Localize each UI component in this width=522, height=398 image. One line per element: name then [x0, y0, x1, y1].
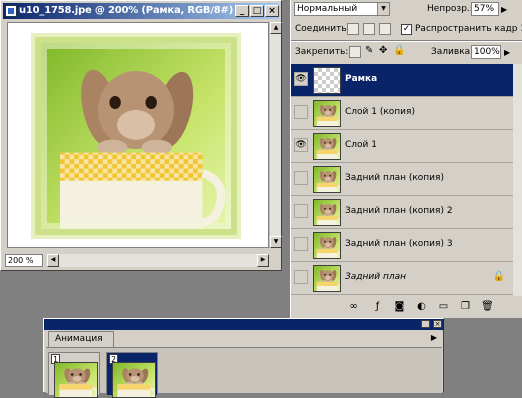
visibility-toggle[interactable]	[294, 237, 308, 251]
layers-list: 👁 Рамка Слой 1 (копия) 👁 Слой 1 Задний п…	[291, 64, 513, 296]
tab-animation[interactable]: Анимация	[48, 331, 114, 347]
layer-name: Задний план (копия)	[345, 173, 444, 183]
visibility-toggle[interactable]	[294, 105, 308, 119]
layers-scrollbar[interactable]	[513, 64, 522, 296]
lock-move-icon[interactable]: ✥	[379, 45, 387, 56]
fill-input[interactable]: 100%	[471, 45, 501, 59]
lock-icon: 🔒	[492, 271, 505, 282]
eye-icon[interactable]: 👁	[294, 72, 308, 86]
lock-transparency-icon[interactable]	[349, 46, 361, 58]
unify-visibility-icon[interactable]	[363, 23, 375, 35]
fill-slider-arrow-icon[interactable]: ▶	[504, 48, 510, 57]
animation-frame[interactable]: 1	[48, 352, 100, 398]
vertical-scrollbar[interactable]: ▲ ▼	[269, 22, 282, 248]
eye-icon[interactable]: 👁	[294, 138, 308, 152]
trash-icon[interactable]: 🗑	[481, 300, 494, 313]
lock-label: Закрепить:	[295, 47, 349, 57]
layer-thumbnail	[313, 166, 341, 193]
layer-row[interactable]: Задний план 🔒	[291, 262, 513, 295]
layer-thumbnail	[313, 133, 341, 160]
document-app-icon	[5, 5, 17, 17]
visibility-toggle[interactable]	[294, 204, 308, 218]
layer-mask-icon[interactable]: ◙	[393, 300, 406, 313]
scroll-up-icon[interactable]: ▲	[270, 22, 282, 34]
layer-name: Задний план	[345, 272, 406, 282]
layer-name: Рамка	[345, 74, 378, 84]
lock-row: Закрепить: ✎ ✥ 🔒 Заливка: 100% ▶	[291, 44, 522, 64]
fill-label: Заливка:	[431, 47, 474, 57]
new-layer-icon[interactable]: ❐	[459, 300, 472, 313]
palette-menu-icon[interactable]: ▶	[431, 333, 437, 342]
layer-style-icon[interactable]: ƒ	[371, 300, 384, 313]
minimize-button[interactable]: _	[235, 5, 249, 17]
close-button[interactable]: ×	[265, 5, 279, 17]
layer-thumbnail	[313, 265, 341, 292]
layer-name: Задний план (копия) 2	[345, 206, 453, 216]
animation-title-bar[interactable]: ×	[44, 319, 444, 330]
scroll-down-icon[interactable]: ▼	[270, 236, 282, 248]
frame-thumbnail	[54, 362, 98, 398]
blend-mode-select[interactable]: Нормальный ▼	[294, 2, 390, 16]
scroll-right-icon[interactable]: ▶	[257, 254, 269, 267]
layer-thumbnail	[313, 232, 341, 259]
layer-row[interactable]: 👁 Слой 1	[291, 130, 513, 163]
chevron-down-icon[interactable]: ▼	[377, 3, 389, 15]
unify-label: Соединить:	[295, 24, 350, 34]
scroll-left-icon[interactable]: ◀	[47, 254, 59, 267]
layer-thumbnail	[313, 67, 341, 94]
visibility-toggle[interactable]	[294, 270, 308, 284]
animation-palette: × Анимация ▶ 1 2	[43, 318, 444, 398]
lock-all-icon[interactable]: 🔒	[393, 45, 405, 56]
adjustment-layer-icon[interactable]: ◐	[415, 300, 428, 313]
layer-thumbnail	[313, 199, 341, 226]
layer-row[interactable]: Задний план (копия) 3	[291, 229, 513, 262]
layer-row[interactable]: Задний план (копия) 2	[291, 196, 513, 229]
blend-row: Нормальный ▼ Непрозр.: 57% ▶	[291, 2, 522, 22]
layer-row[interactable]: 👁 Рамка	[291, 64, 513, 97]
zoom-field[interactable]: 200 %	[5, 254, 43, 267]
animation-frame[interactable]: 2	[106, 352, 158, 398]
minimize-icon[interactable]	[421, 320, 430, 328]
unify-style-icon[interactable]	[379, 23, 391, 35]
canvas[interactable]	[7, 22, 269, 248]
unify-position-icon[interactable]	[347, 23, 359, 35]
layer-row[interactable]: Слой 1 (копия)	[291, 97, 513, 130]
opacity-label: Непрозр.:	[427, 4, 473, 14]
document-window: u10_1758.jpe @ 200% (Рамка, RGB/8#) _ □ …	[0, 0, 282, 271]
frame-thumbnail	[112, 362, 156, 398]
layers-footer: ∞ ƒ ◙ ◐ ▭ ❐ 🗑	[291, 298, 522, 316]
frame-inner-border	[41, 43, 231, 229]
document-title: u10_1758.jpe @ 200% (Рамка, RGB/8#)	[19, 5, 234, 16]
layer-row[interactable]: Задний план (копия)	[291, 163, 513, 196]
layer-thumbnail	[313, 100, 341, 127]
lock-brush-icon[interactable]: ✎	[365, 45, 373, 56]
maximize-button[interactable]: □	[250, 5, 264, 17]
status-bar: 200 % ◀ ▶	[3, 252, 281, 269]
horizontal-scrollbar[interactable]: ◀ ▶	[47, 254, 269, 267]
divider	[291, 40, 522, 42]
layers-palette: Нормальный ▼ Непрозр.: 57% ▶ Соединить: …	[290, 0, 522, 318]
visibility-toggle[interactable]	[294, 171, 308, 185]
opacity-slider-arrow-icon[interactable]: ▶	[501, 5, 507, 14]
propagate-checkbox[interactable]: ✓	[401, 24, 412, 35]
layer-name: Слой 1 (копия)	[345, 107, 415, 117]
unify-row: Соединить: ✓ Распространить кадр 1	[291, 22, 522, 42]
frames-area: 1 2	[46, 347, 442, 398]
layer-name: Задний план (копия) 3	[345, 239, 453, 249]
link-icon[interactable]: ∞	[347, 300, 360, 313]
blend-mode-value: Нормальный	[297, 4, 358, 14]
propagate-label: Распространить кадр 1	[415, 24, 522, 34]
group-icon[interactable]: ▭	[437, 300, 450, 313]
close-icon[interactable]: ×	[433, 320, 442, 328]
layer-name: Слой 1	[345, 140, 377, 150]
opacity-input[interactable]: 57%	[471, 2, 499, 16]
